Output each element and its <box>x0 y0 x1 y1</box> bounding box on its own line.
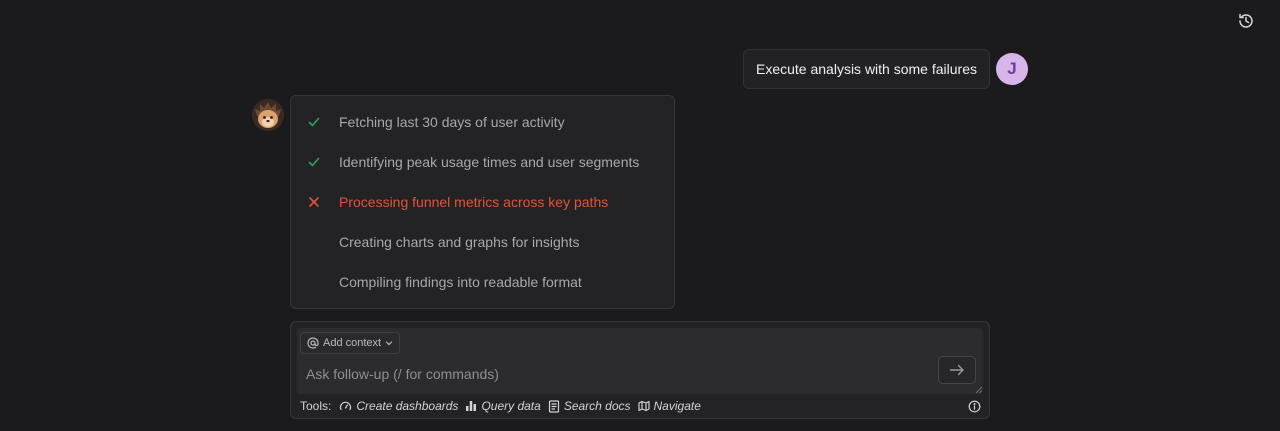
hedgehog-avatar-icon <box>252 99 284 131</box>
add-context-label: Add context <box>323 337 382 349</box>
arrow-right-icon <box>949 364 964 376</box>
docs-icon <box>548 399 559 413</box>
navigate-icon <box>637 400 650 412</box>
close-icon <box>309 197 319 207</box>
bar-chart-icon <box>466 401 477 411</box>
composer-input-area: Add context <box>297 328 983 394</box>
step-label: Creating charts and graphs for insights <box>339 234 580 250</box>
check-icon <box>308 117 320 127</box>
tool-label: Search docs <box>563 399 631 413</box>
step-label: Fetching last 30 days of user activity <box>339 114 565 130</box>
info-icon <box>968 400 981 412</box>
chevron-down-icon <box>385 341 393 346</box>
check-icon <box>308 157 320 167</box>
task-steps-card: Fetching last 30 days of user activity I… <box>290 95 675 309</box>
step-item: Compiling findings into readable format <box>291 262 674 302</box>
dashboard-icon <box>340 401 352 410</box>
tool-search-docs[interactable]: Search docs <box>548 399 631 413</box>
tool-label: Query data <box>481 399 541 413</box>
history-button[interactable] <box>1234 10 1258 32</box>
tool-create-dashboards[interactable]: Create dashboards <box>339 399 458 413</box>
send-button[interactable] <box>938 356 976 384</box>
tool-label: Create dashboards <box>356 399 459 413</box>
user-message-bubble: Execute analysis with some failures <box>743 49 990 89</box>
info-button[interactable] <box>968 400 981 413</box>
tool-query-data[interactable]: Query data <box>465 399 541 413</box>
step-label: Compiling findings into readable format <box>339 274 582 290</box>
step-item: Creating charts and graphs for insights <box>291 222 674 262</box>
step-item: Identifying peak usage times and user se… <box>291 142 674 182</box>
step-label: Identifying peak usage times and user se… <box>339 154 640 170</box>
tool-navigate[interactable]: Navigate <box>637 399 701 413</box>
step-item-failed: Processing funnel metrics across key pat… <box>291 182 674 222</box>
resize-handle-icon[interactable] <box>975 386 983 394</box>
tools-bar: Tools: Create dashboards Query data Sear… <box>300 398 981 414</box>
tools-label: Tools: <box>300 399 332 413</box>
step-item: Fetching last 30 days of user activity <box>291 102 674 142</box>
at-sign-icon <box>307 337 319 349</box>
tool-label: Navigate <box>653 399 701 413</box>
user-message-row: Execute analysis with some failures J <box>743 49 1028 89</box>
follow-up-input[interactable] <box>297 362 917 386</box>
assistant-avatar <box>252 99 284 131</box>
user-avatar[interactable]: J <box>996 53 1028 85</box>
composer: Add context Tools: Create dashboards Que… <box>290 321 990 419</box>
step-label: Processing funnel metrics across key pat… <box>339 194 609 210</box>
add-context-button[interactable]: Add context <box>300 332 401 354</box>
history-icon <box>1239 13 1253 28</box>
